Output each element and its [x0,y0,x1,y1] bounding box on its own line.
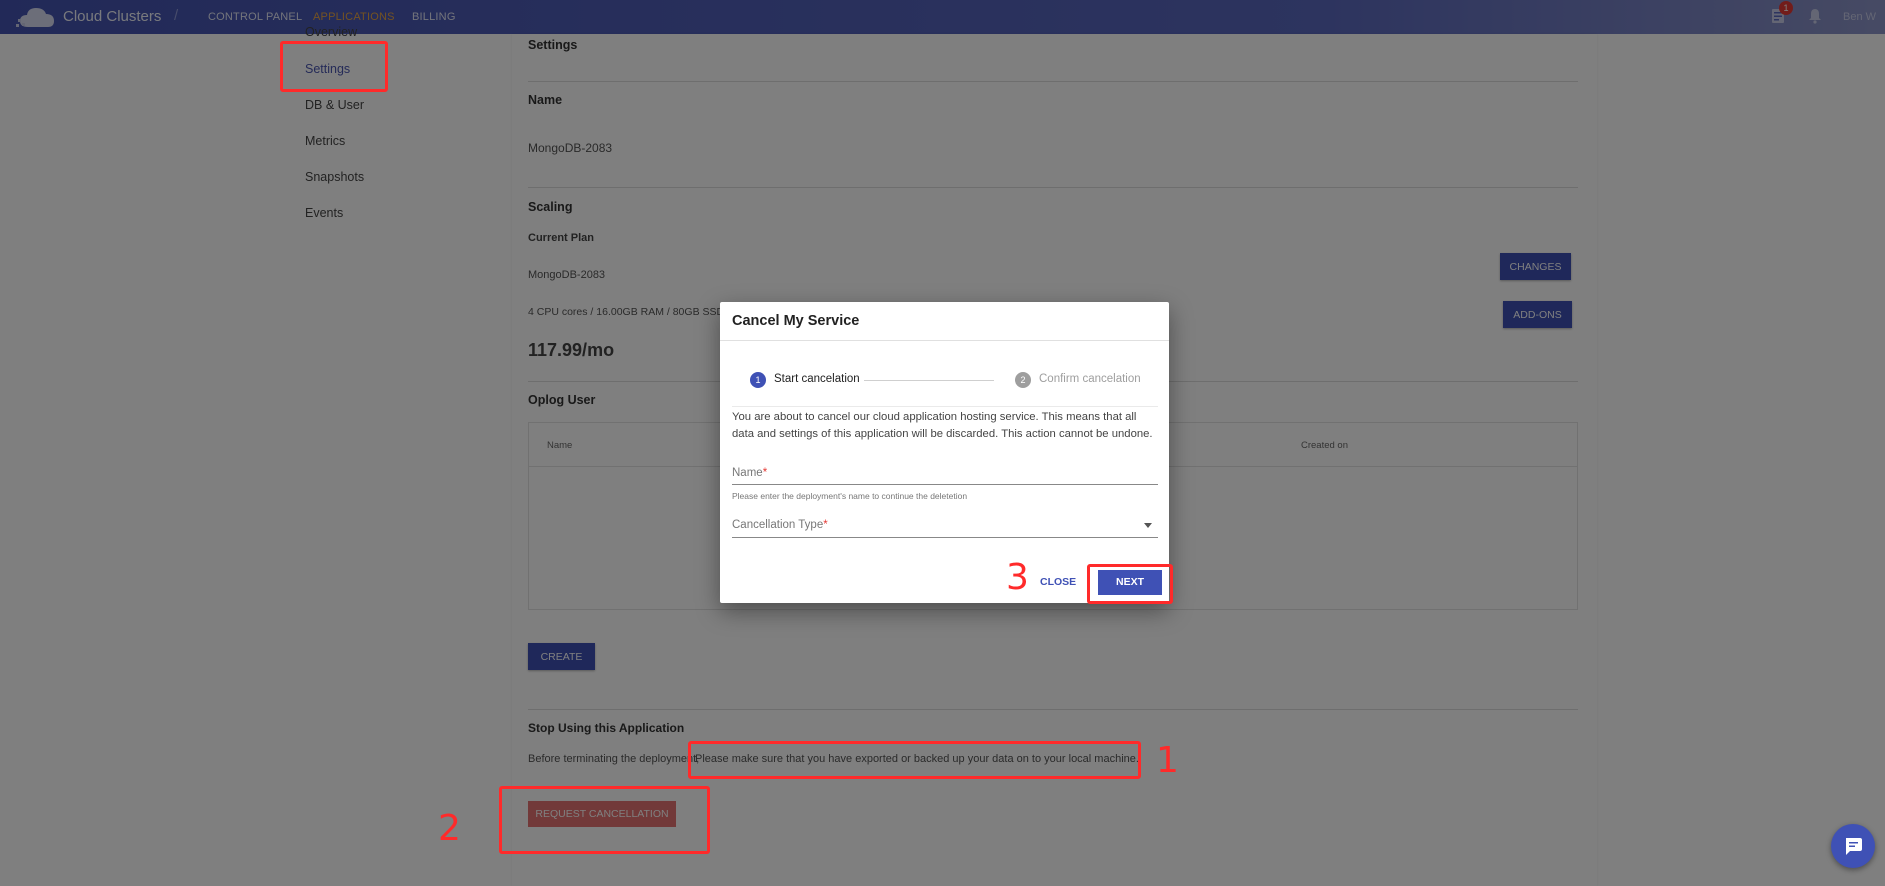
required-marker: * [823,519,828,531]
dialog-title: Cancel My Service [732,313,860,329]
close-button[interactable]: CLOSE [1040,576,1076,588]
divider [732,406,1158,407]
name-field-hint: Please enter the deployment's name to co… [732,491,968,501]
chat-icon [1846,838,1862,855]
step-1-indicator: 1 [750,372,766,388]
cancellation-type-label-text: Cancellation Type [732,519,824,531]
required-marker: * [762,467,768,479]
annotation-box-2 [499,786,710,854]
step-2-indicator: 2 [1015,372,1031,388]
cancellation-type-label[interactable]: Cancellation Type* [732,519,828,531]
annotation-box-1 [688,741,1141,779]
annotation-number-1: 1 [1156,740,1179,781]
chevron-down-icon[interactable] [1144,523,1152,528]
annotation-number-3: 3 [1006,557,1029,598]
name-field-label-text: Name [732,467,763,479]
divider [720,340,1169,341]
stepper-connector [864,380,994,381]
step-1-label: Start cancelation [774,373,860,385]
step-2-label: Confirm cancelation [1039,373,1141,385]
annotation-box-settings [280,41,388,92]
annotation-number-2: 2 [438,808,461,849]
chat-button[interactable] [1831,824,1875,868]
cancel-service-dialog: Cancel My Service 1 Start cancelation 2 … [720,302,1169,603]
name-field-label[interactable]: Name* [732,467,767,479]
cancellation-warning-text: You are about to cancel our cloud applic… [732,411,1153,440]
cancellation-type-select[interactable] [732,537,1158,538]
name-input[interactable] [732,484,1158,485]
annotation-box-3 [1087,564,1173,604]
